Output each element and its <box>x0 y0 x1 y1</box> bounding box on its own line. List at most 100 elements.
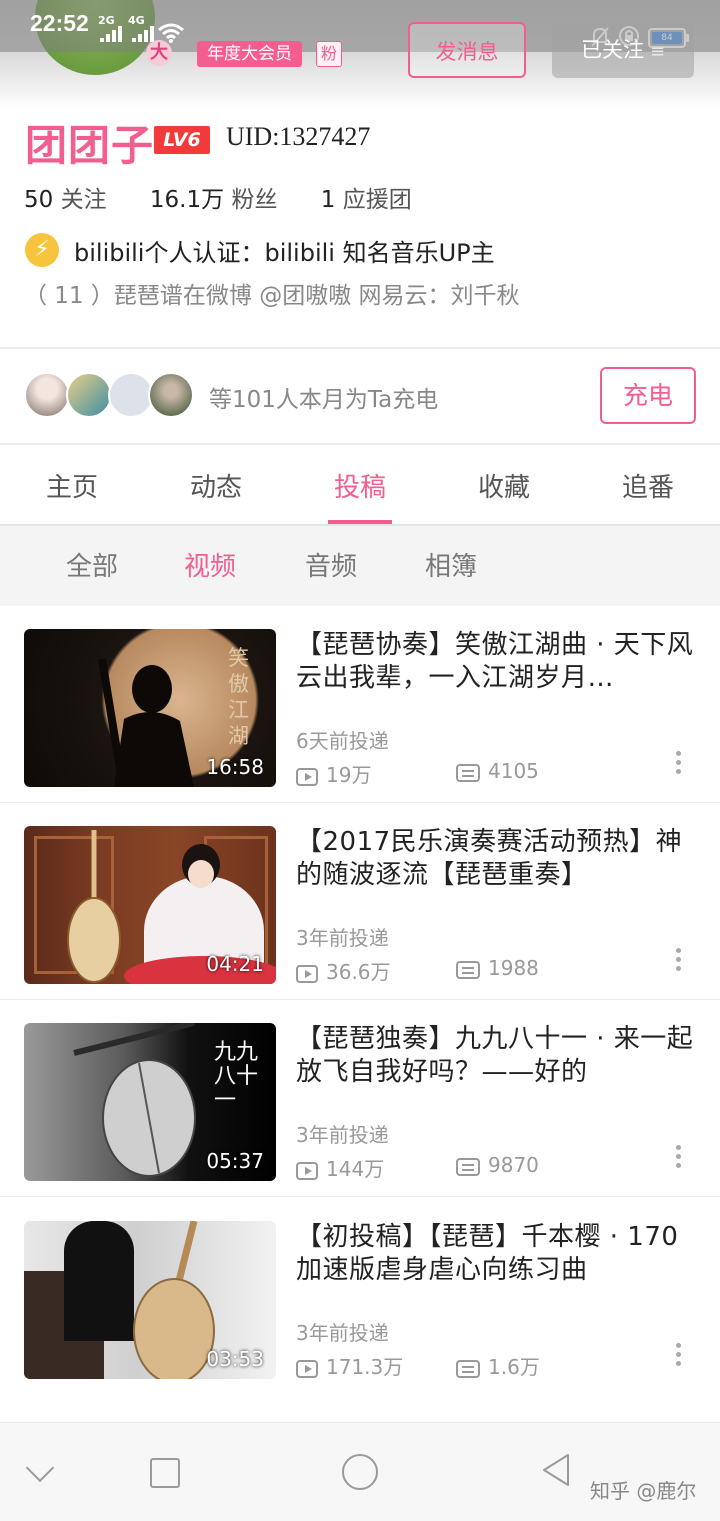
video-comment-count: 1.6万 <box>456 1351 540 1380</box>
home-icon[interactable] <box>342 1454 378 1490</box>
bio-text: （ 11 ）琵琶谱在微博 @团嗷嗷 网易云：刘千秋 <box>24 283 520 309</box>
video-item[interactable]: 笑傲江湖 16:58 【琵琶协奏】笑傲江湖曲 · 天下风云出我辈，一入江湖岁月…… <box>0 607 720 803</box>
video-play-count: 19万 <box>296 759 371 788</box>
back-icon[interactable] <box>540 1452 572 1488</box>
avatar <box>148 372 194 418</box>
divider <box>0 999 720 1000</box>
lightning-icon: ⚡ <box>25 233 59 267</box>
danmaku-icon <box>456 1360 480 1378</box>
signal-bars-icon <box>100 26 122 42</box>
video-title[interactable]: 【2017民乐演奏赛活动预热】神的随波逐流【琵琶重奏】 <box>296 826 696 892</box>
video-posted-time: 3年前投递 <box>296 1123 389 1147</box>
performer-silhouette <box>98 658 194 787</box>
avatar <box>24 372 70 418</box>
danmaku-icon <box>456 1158 480 1176</box>
play-count-value: 36.6万 <box>326 960 391 984</box>
support-label: 应援团 <box>342 187 412 213</box>
video-posted-time: 6天前投递 <box>296 729 389 753</box>
divider <box>0 347 720 349</box>
video-item[interactable]: 04:21 【2017民乐演奏赛活动预热】神的随波逐流【琵琶重奏】 3年前投递 … <box>0 804 720 1000</box>
pipa-icon <box>73 1023 196 1177</box>
avatar <box>66 372 112 418</box>
comment-count-value: 1988 <box>488 956 539 980</box>
menu-icon: ≡ <box>649 41 666 62</box>
certification-text: bilibili个人认证：bilibili 知名音乐UP主 <box>74 239 495 267</box>
member-logo-icon: 大 <box>146 40 172 66</box>
performer-face <box>188 860 214 888</box>
support-count: 1 <box>320 187 336 213</box>
more-options-icon[interactable] <box>676 1343 684 1370</box>
follow-button[interactable]: 已关注 ≡ <box>552 22 694 78</box>
following-count: 50 <box>24 187 54 213</box>
play-count-icon <box>296 768 318 786</box>
video-item[interactable]: 九九八十一 05:37 【琵琶独奏】九九八十一 · 来一起放飞自我好吗？——好的… <box>0 1001 720 1197</box>
video-play-count: 144万 <box>296 1153 384 1182</box>
video-title[interactable]: 【初投稿】【琵琶】千本樱 · 170加速版虐身虐心向练习曲 <box>296 1221 696 1287</box>
level-badge: LV6 <box>154 126 210 154</box>
video-thumbnail[interactable]: 笑傲江湖 16:58 <box>24 629 276 787</box>
more-options-icon[interactable] <box>676 948 684 975</box>
subtab-all[interactable]: 全部 <box>66 546 118 583</box>
video-duration: 16:58 <box>206 755 264 779</box>
charge-count-text: 等101人本月为Ta充电 <box>209 387 439 413</box>
fan-badge[interactable]: 粉 <box>316 41 343 67</box>
following-stat[interactable]: 50 关注 <box>24 187 107 213</box>
danmaku-icon <box>456 764 480 782</box>
play-count-icon <box>296 965 318 983</box>
video-comment-count: 4105 <box>456 759 539 783</box>
comment-count-value: 1.6万 <box>488 1355 540 1379</box>
play-count-icon <box>296 1360 318 1378</box>
pipa-icon <box>67 830 121 983</box>
video-play-count: 171.3万 <box>296 1351 403 1380</box>
thumbnail-calligraphy: 九九八十一 <box>214 1040 259 1113</box>
profile-stats: 50 关注 16.1万 粉丝 1 应援团 <box>24 180 412 214</box>
tab-favorites[interactable]: 收藏 <box>432 467 576 504</box>
charge-button[interactable]: 充电 <box>600 367 696 424</box>
follow-button-label: 已关注 <box>580 38 644 62</box>
more-options-icon[interactable] <box>676 1145 684 1172</box>
video-title[interactable]: 【琵琶协奏】笑傲江湖曲 · 天下风云出我辈，一入江湖岁月… <box>296 629 696 695</box>
divider <box>0 802 720 803</box>
support-group-stat[interactable]: 1 应援团 <box>321 187 412 213</box>
video-posted-time: 3年前投递 <box>296 1321 389 1345</box>
video-thumbnail[interactable]: 04:21 <box>24 826 276 984</box>
tab-dynamics[interactable]: 动态 <box>144 467 288 504</box>
comment-count-value: 9870 <box>488 1153 539 1177</box>
video-duration: 03:53 <box>206 1347 264 1371</box>
more-options-icon[interactable] <box>676 751 684 778</box>
subtab-audio[interactable]: 音频 <box>305 546 357 583</box>
username: 团团子 <box>25 121 155 170</box>
tab-home[interactable]: 主页 <box>0 467 144 504</box>
video-play-count: 36.6万 <box>296 956 391 985</box>
recent-apps-icon[interactable] <box>150 1458 180 1488</box>
divider <box>0 443 720 445</box>
play-count-value: 144万 <box>326 1157 385 1181</box>
video-comment-count: 1988 <box>456 956 539 980</box>
play-count-value: 19万 <box>326 763 372 787</box>
video-duration: 04:21 <box>206 952 264 976</box>
video-item[interactable]: 03:53 【初投稿】【琵琶】千本樱 · 170加速版虐身虐心向练习曲 3年前投… <box>0 1199 720 1395</box>
video-posted-time: 3年前投递 <box>296 926 389 950</box>
status-time: 22:52 <box>30 10 89 36</box>
vip-badge: 年度大会员 <box>197 41 302 67</box>
subtab-video[interactable]: 视频 <box>184 546 236 583</box>
video-thumbnail[interactable]: 九九八十一 05:37 <box>24 1023 276 1181</box>
play-count-value: 171.3万 <box>326 1355 404 1379</box>
following-label: 关注 <box>60 187 107 213</box>
watermark: 知乎 @鹿尔 <box>590 1479 697 1503</box>
thumbnail-calligraphy: 笑傲江湖 <box>228 646 249 748</box>
comment-count-value: 4105 <box>488 759 539 783</box>
danmaku-icon <box>456 961 480 979</box>
fans-stat[interactable]: 16.1万 粉丝 <box>150 187 278 213</box>
subtab-album[interactable]: 相簿 <box>425 546 477 583</box>
video-thumbnail[interactable]: 03:53 <box>24 1221 276 1379</box>
send-message-button[interactable]: 发消息 <box>408 22 526 78</box>
tab-uploads[interactable]: 投稿 <box>288 467 432 504</box>
video-duration: 05:37 <box>206 1149 264 1173</box>
fans-label: 粉丝 <box>231 187 278 213</box>
play-count-icon <box>296 1162 318 1180</box>
user-id: UID:1327427 <box>226 122 371 151</box>
tab-bangumi[interactable]: 追番 <box>576 467 720 504</box>
divider <box>0 1196 720 1197</box>
video-title[interactable]: 【琵琶独奏】九九八十一 · 来一起放飞自我好吗？——好的 <box>296 1023 696 1089</box>
